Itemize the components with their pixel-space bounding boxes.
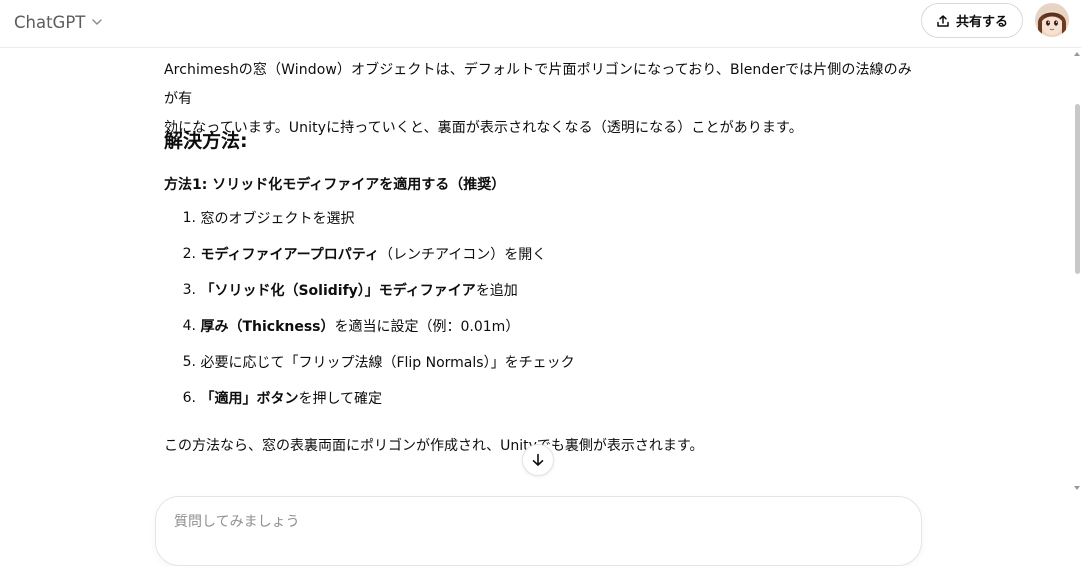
step-bold: 「ソリッド化（Solidify）」モディファイア (200, 283, 476, 299)
section-heading: 解決方法: (164, 130, 248, 152)
message-composer[interactable] (155, 496, 922, 566)
scroll-down-button[interactable] (522, 444, 554, 476)
scrollbar[interactable] (1073, 48, 1081, 551)
step-text: を追加 (475, 283, 518, 299)
list-item: 2. モディファイアープロパティ （レンチアイコン）を開く (164, 236, 904, 272)
share-button[interactable]: 共有する (921, 3, 1023, 38)
list-item: 1. 窓のオブジェクトを選択 (164, 200, 904, 236)
step-number: 5. (182, 354, 196, 370)
list-item: 6. 「適用」ボタン を押して確定 (164, 380, 904, 416)
step-number: 3. (182, 282, 196, 298)
step-number: 2. (182, 246, 196, 262)
share-upload-icon (937, 14, 949, 27)
step-text: を押して確定 (298, 391, 383, 407)
step-bold: モディファイアープロパティ (200, 247, 379, 263)
step-bold: 厚み（Thickness） (200, 319, 335, 335)
top-bar: ChatGPT 共有する (0, 0, 1081, 48)
step-text: を適当に設定（例：0.01m） (334, 319, 520, 335)
avatar-image (1035, 3, 1069, 37)
step-bold: 「適用」ボタン (200, 391, 299, 407)
intro-line-2: 効になっています。Unityに持っていくと、裏面が表示されなくなる（透明になる）… (164, 120, 803, 136)
step-number: 1. (182, 210, 196, 226)
steps-list: 1. 窓のオブジェクトを選択 2. モディファイアープロパティ （レンチアイコン）… (164, 200, 904, 416)
chevron-down-icon (92, 19, 103, 25)
list-item: 4. 厚み（Thickness） を適当に設定（例：0.01m） (164, 308, 904, 344)
arrow-down-icon (532, 453, 544, 466)
model-switcher[interactable]: ChatGPT (14, 9, 103, 35)
model-name: ChatGPT (14, 12, 86, 32)
step-text: 必要に応じて「フリップ法線（Flip Normals）」をチェック (200, 355, 575, 371)
method-title: 方法1: ソリッド化モディファイアを適用する（推奨） (164, 177, 506, 193)
scroll-thumb[interactable] (1075, 104, 1080, 274)
list-item: 5. 必要に応じて「フリップ法線（Flip Normals）」をチェック (164, 344, 904, 380)
prompt-input[interactable] (174, 511, 874, 533)
list-item: 3. 「ソリッド化（Solidify）」モディファイア を追加 (164, 272, 904, 308)
step-text: 窓のオブジェクトを選択 (200, 211, 355, 227)
scroll-up-arrow-icon[interactable] (1074, 52, 1080, 56)
scroll-down-arrow-icon[interactable] (1074, 486, 1080, 490)
avatar[interactable] (1035, 3, 1069, 37)
intro-line-1: Archimeshの窓（Window）オブジェクトは、デフォルトで片面ポリゴンに… (164, 62, 912, 107)
step-text: （レンチアイコン）を開く (378, 247, 547, 263)
closing-text: この方法なら、窓の表裏両面にポリゴンが作成され、Unityでも裏側が表示されます… (164, 438, 704, 454)
assistant-message: Archimeshの窓（Window）オブジェクトは、デフォルトで片面ポリゴンに… (164, 56, 924, 454)
step-number: 4. (182, 318, 196, 334)
step-number: 6. (182, 390, 196, 406)
share-label: 共有する (955, 15, 1008, 30)
